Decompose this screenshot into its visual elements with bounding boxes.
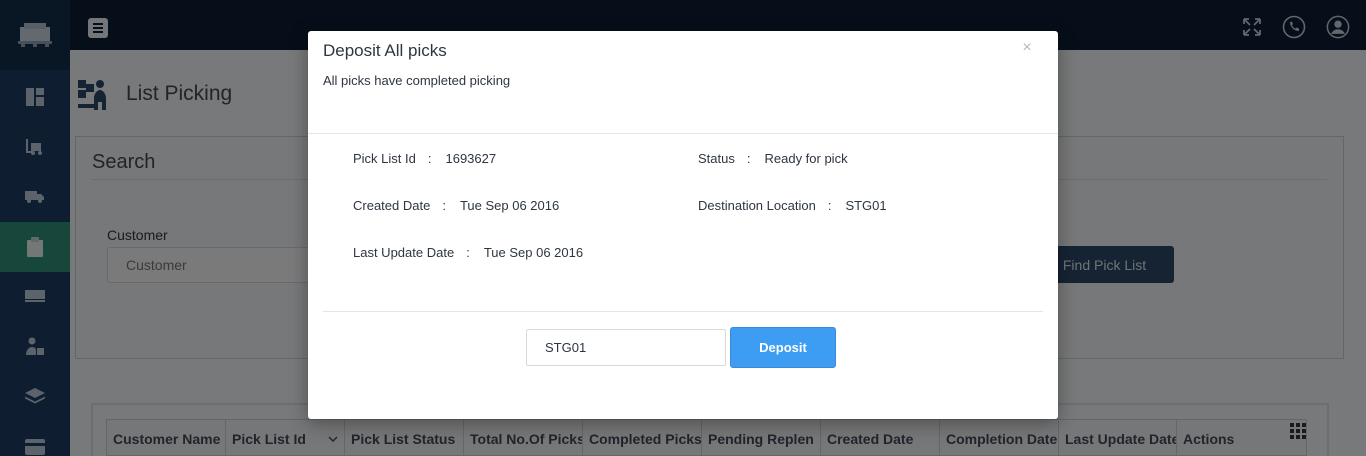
field-pick-list-id: Pick List Id:1693627 [353, 151, 497, 166]
field-value: 1693627 [445, 151, 497, 166]
deposit-modal: Deposit All picks All picks have complet… [308, 31, 1058, 419]
field-value: Tue Sep 06 2016 [483, 245, 584, 260]
field-destination-location: Destination Location: STG01 [698, 198, 887, 213]
field-label: Last Update Date [353, 245, 455, 260]
modal-subtitle: All picks have completed picking [323, 73, 511, 88]
modal-divider-top [308, 133, 1058, 134]
field-status: Status: Ready for pick [698, 151, 848, 166]
modal-title: Deposit All picks [323, 41, 447, 60]
deposit-button[interactable]: Deposit [730, 327, 836, 368]
close-icon[interactable]: × [1020, 39, 1034, 57]
field-label: Created Date [353, 198, 431, 213]
field-last-update-date: Last Update Date: Tue Sep 06 2016 [353, 245, 584, 260]
field-value: STG01 [845, 198, 887, 213]
field-value: Tue Sep 06 2016 [459, 198, 560, 213]
field-label: Destination Location [698, 198, 816, 213]
deposit-location-input[interactable] [526, 329, 726, 366]
field-created-date: Created Date: Tue Sep 06 2016 [353, 198, 560, 213]
field-label: Pick List Id [353, 151, 416, 166]
modal-divider-bottom [323, 311, 1043, 312]
field-value: Ready for pick [764, 151, 848, 166]
field-label: Status [698, 151, 735, 166]
